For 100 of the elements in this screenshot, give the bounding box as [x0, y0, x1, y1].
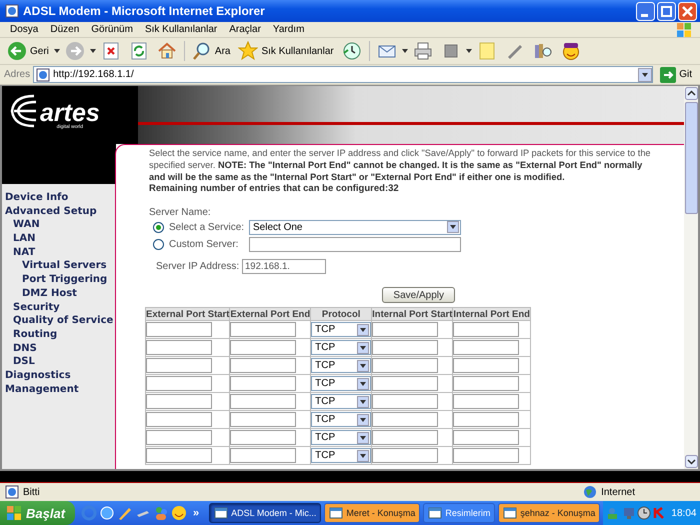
- port-field[interactable]: [230, 394, 296, 409]
- protocol-dropdown[interactable]: TCP: [311, 412, 372, 427]
- menu-item[interactable]: Yardım: [266, 24, 310, 35]
- address-field[interactable]: http://192.168.1.1/: [33, 66, 654, 83]
- port-field[interactable]: [372, 376, 438, 391]
- taskbar-button[interactable]: şehnaz - Konuşma: [498, 503, 600, 523]
- port-field[interactable]: [372, 358, 438, 373]
- protocol-dropdown[interactable]: TCP: [311, 340, 372, 355]
- port-field[interactable]: [146, 430, 212, 445]
- search-button[interactable]: Ara: [188, 40, 234, 62]
- dropdown-caret-icon[interactable]: [90, 49, 96, 53]
- nav-link[interactable]: Routing: [13, 328, 58, 342]
- address-label: Adres: [4, 69, 30, 80]
- nav-link[interactable]: DNS: [13, 342, 37, 356]
- dropdown-caret-icon[interactable]: [54, 49, 60, 53]
- minimize-icon[interactable]: [636, 2, 655, 20]
- protocol-dropdown[interactable]: TCP: [311, 394, 372, 409]
- scrollbar[interactable]: [684, 86, 698, 469]
- port-field[interactable]: [453, 376, 520, 391]
- menu-item[interactable]: Görünüm: [85, 24, 139, 35]
- maximize-icon[interactable]: [657, 2, 676, 20]
- menu-item[interactable]: Sık Kullanılanlar: [138, 24, 224, 35]
- nav-link[interactable]: WAN: [13, 218, 40, 232]
- port-field[interactable]: [372, 340, 438, 355]
- printer-icon[interactable]: [412, 41, 433, 61]
- port-field[interactable]: [146, 448, 212, 463]
- menu-item[interactable]: Araçlar: [223, 24, 267, 35]
- port-field[interactable]: [146, 412, 212, 427]
- port-field[interactable]: [453, 412, 520, 427]
- close-icon[interactable]: [678, 2, 697, 20]
- radio-button[interactable]: [153, 238, 164, 250]
- people-icon[interactable]: [153, 505, 170, 521]
- nav-link[interactable]: Diagnostics: [5, 368, 71, 383]
- port-field[interactable]: [372, 412, 438, 427]
- nav-link[interactable]: Management: [5, 382, 79, 396]
- nav-link[interactable]: Virtual Servers: [22, 259, 107, 274]
- protocol-dropdown[interactable]: TCP: [311, 358, 372, 373]
- port-field[interactable]: [146, 376, 212, 391]
- port-field[interactable]: [453, 448, 520, 463]
- port-field[interactable]: [372, 394, 438, 409]
- port-field[interactable]: [372, 430, 438, 445]
- taskbar-button[interactable]: Meret - Konuşma: [324, 503, 420, 523]
- nav-link[interactable]: LAN: [13, 232, 36, 246]
- protocol-dropdown[interactable]: TCP: [311, 448, 372, 463]
- port-field[interactable]: [230, 340, 296, 355]
- globe-lines-icon: [8, 92, 38, 130]
- house-icon[interactable]: [156, 41, 177, 61]
- port-field[interactable]: [146, 322, 212, 337]
- more-button[interactable]: »: [189, 507, 204, 519]
- note-icon[interactable]: [476, 41, 497, 61]
- port-field[interactable]: [372, 322, 438, 337]
- custom-server-field[interactable]: [249, 236, 461, 252]
- favorites-button[interactable]: Sık Kullanılanlar: [235, 40, 337, 62]
- go-button[interactable]: Git: [656, 66, 696, 82]
- stop-icon[interactable]: [100, 41, 121, 61]
- taskbar-button[interactable]: ADSL Modem - Mic...: [209, 503, 322, 523]
- port-field[interactable]: [230, 430, 296, 445]
- port-field[interactable]: [453, 358, 520, 373]
- pencil-icon[interactable]: [117, 505, 134, 521]
- save-apply-button[interactable]: Save/Apply: [382, 287, 455, 303]
- dropdown-caret-icon[interactable]: [402, 49, 408, 53]
- smiley-icon[interactable]: [171, 505, 188, 521]
- protocol-dropdown[interactable]: TCP: [311, 376, 372, 391]
- port-field[interactable]: [230, 448, 296, 463]
- port-field[interactable]: [453, 394, 520, 409]
- nav-link[interactable]: DMZ Host: [22, 286, 77, 300]
- radio-button[interactable]: [153, 222, 164, 232]
- nav-link[interactable]: NAT: [13, 246, 36, 260]
- nav-link[interactable]: DSL: [13, 355, 35, 369]
- nav-link[interactable]: Security: [13, 300, 60, 314]
- protocol-dropdown[interactable]: TCP: [311, 430, 372, 445]
- protocol-dropdown[interactable]: TCP: [311, 322, 372, 337]
- taskbar-button[interactable]: Resimlerim: [423, 503, 496, 523]
- refresh-icon[interactable]: [128, 41, 149, 61]
- port-field[interactable]: [230, 412, 296, 427]
- port-field[interactable]: [230, 358, 296, 373]
- port-field[interactable]: [230, 376, 296, 391]
- smiley-icon[interactable]: [560, 41, 581, 61]
- start-button[interactable]: Başlat: [0, 501, 76, 525]
- nav-link[interactable]: Device Info: [5, 191, 68, 205]
- nav-link[interactable]: Quality of Service: [13, 314, 114, 328]
- port-field[interactable]: [146, 394, 212, 409]
- menu-item[interactable]: Düzen: [44, 24, 86, 35]
- ip-address-field[interactable]: 192.168.1.: [242, 259, 326, 274]
- port-field[interactable]: [146, 358, 212, 373]
- dropdown-caret-icon[interactable]: [466, 49, 472, 53]
- port-field[interactable]: [453, 430, 520, 445]
- scroll-down-icon[interactable]: [684, 455, 698, 468]
- nav-link[interactable]: Port Triggering: [22, 273, 108, 287]
- scroll-up-icon[interactable]: [684, 87, 698, 100]
- nav-link[interactable]: Advanced Setup: [5, 204, 97, 218]
- port-field[interactable]: [146, 340, 212, 355]
- port-field[interactable]: [453, 322, 520, 337]
- back-button[interactable]: Geri: [4, 40, 52, 62]
- port-field[interactable]: [453, 340, 520, 355]
- port-field[interactable]: [230, 322, 296, 337]
- port-field[interactable]: [372, 448, 438, 463]
- service-dropdown[interactable]: Select One: [249, 220, 461, 234]
- books-icon[interactable]: [532, 41, 553, 61]
- menu-item[interactable]: Dosya: [4, 24, 44, 35]
